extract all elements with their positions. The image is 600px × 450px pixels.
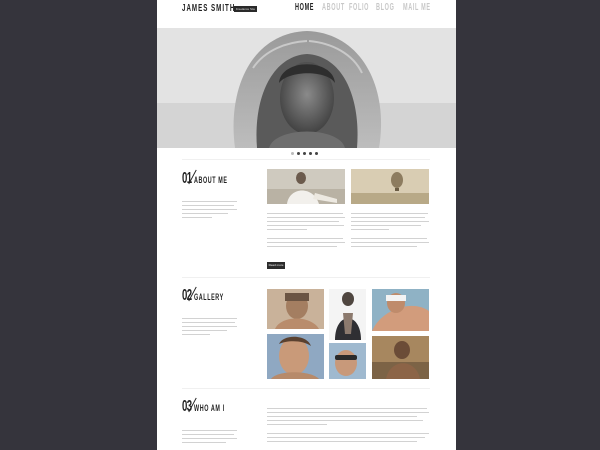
divider bbox=[182, 277, 430, 278]
slider-dot[interactable] bbox=[291, 152, 294, 155]
page: JAMES SMITH Freelance Site HOME ABOUT FO… bbox=[157, 0, 456, 450]
gallery-photo[interactable] bbox=[372, 289, 429, 331]
nav-mail-me[interactable]: MAIL ME bbox=[403, 2, 430, 13]
slider-dot[interactable] bbox=[315, 152, 318, 155]
nav-blog[interactable]: BLOG bbox=[376, 2, 394, 13]
who-intro-text bbox=[182, 430, 237, 446]
slider-dot[interactable] bbox=[297, 152, 300, 155]
site-logo[interactable]: JAMES SMITH bbox=[182, 3, 235, 14]
nav-home[interactable]: HOME bbox=[295, 2, 313, 13]
header: JAMES SMITH Freelance Site HOME ABOUT FO… bbox=[157, 0, 456, 28]
about-intro-text bbox=[182, 201, 237, 221]
nav-about[interactable]: ABOUT bbox=[322, 2, 344, 13]
section-label: GALLERY bbox=[193, 292, 224, 302]
gallery-intro-text bbox=[182, 318, 237, 338]
main-nav: HOME ABOUT FOLIO BLOG MAIL ME bbox=[295, 2, 443, 13]
nav-folio[interactable]: FOLIO bbox=[349, 2, 368, 13]
section-label: WHO AM I bbox=[193, 403, 225, 413]
who-text bbox=[267, 408, 429, 445]
gallery-photo[interactable] bbox=[267, 334, 324, 379]
gallery-photo[interactable] bbox=[372, 336, 429, 379]
about-text-col-2 bbox=[351, 213, 429, 250]
section-label: ABOUT ME bbox=[193, 175, 228, 185]
gallery-photo[interactable] bbox=[267, 289, 324, 329]
divider bbox=[182, 159, 430, 160]
about-photo-man bbox=[267, 169, 345, 204]
read-more-button[interactable]: Read more bbox=[267, 262, 285, 269]
gallery-photo[interactable] bbox=[329, 289, 366, 340]
tagline-badge: Freelance Site bbox=[234, 6, 257, 12]
slider-dot[interactable] bbox=[309, 152, 312, 155]
gallery-photo[interactable] bbox=[329, 343, 366, 379]
slider-dots bbox=[291, 152, 318, 155]
about-text-col-1 bbox=[267, 213, 345, 250]
hero-slider[interactable] bbox=[157, 28, 456, 148]
section-title-about: 01 ABOUT ME bbox=[182, 170, 250, 188]
hero-photo bbox=[157, 28, 456, 148]
divider bbox=[182, 388, 430, 389]
slider-dot[interactable] bbox=[303, 152, 306, 155]
about-photo-balloon bbox=[351, 169, 429, 204]
